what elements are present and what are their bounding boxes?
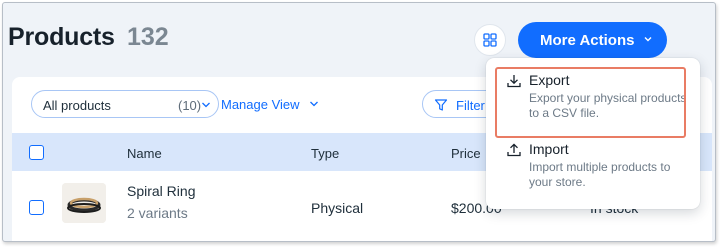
product-type: Physical xyxy=(311,200,364,216)
more-actions-button[interactable]: More Actions xyxy=(518,22,667,58)
select-all-checkbox[interactable] xyxy=(29,145,44,160)
filter-icon xyxy=(434,99,448,111)
export-highlight-box xyxy=(495,67,686,138)
more-actions-label: More Actions xyxy=(540,31,635,49)
layout-toggle-button[interactable] xyxy=(474,24,506,56)
page-title: Products xyxy=(8,23,115,51)
menu-item-import[interactable]: Import Import multiple products to your … xyxy=(486,137,700,201)
filter-select-count: (10) xyxy=(178,98,202,113)
grid-layout-icon xyxy=(483,33,497,47)
column-header-name[interactable]: Name xyxy=(127,146,162,161)
product-filter-select[interactable]: All products (10) xyxy=(31,90,219,118)
product-variants: 2 variants xyxy=(127,205,188,221)
column-header-price[interactable]: Price xyxy=(451,146,481,161)
filter-label: Filter xyxy=(456,98,485,113)
row-checkbox[interactable] xyxy=(29,200,44,215)
manage-view-link[interactable]: Manage View xyxy=(221,97,300,112)
product-count: 132 xyxy=(127,23,169,51)
column-header-type[interactable]: Type xyxy=(311,146,339,161)
products-page: Products 132 More Actions All products (… xyxy=(2,2,716,242)
chevron-down-icon xyxy=(644,37,652,42)
product-name[interactable]: Spiral Ring xyxy=(127,183,195,199)
menu-item-description: Import multiple products to your store. xyxy=(529,160,671,189)
upload-icon xyxy=(507,143,521,157)
chevron-down-icon xyxy=(202,102,210,108)
menu-item-title: Import xyxy=(529,141,569,157)
filter-select-value: All products xyxy=(43,98,111,113)
chevron-down-icon xyxy=(310,101,318,107)
product-thumbnail xyxy=(62,183,106,223)
